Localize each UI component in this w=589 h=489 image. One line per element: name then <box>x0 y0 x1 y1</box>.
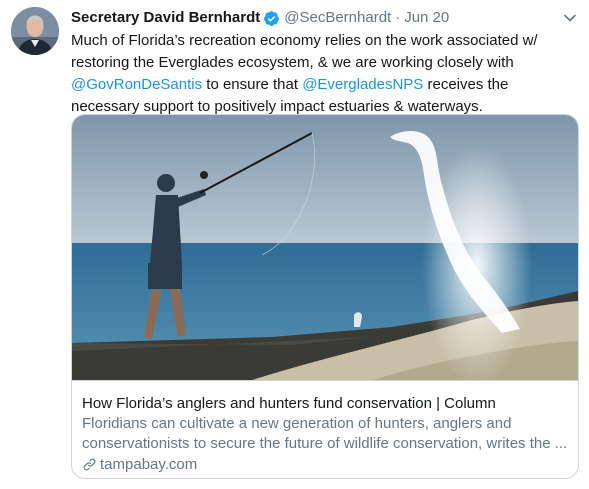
tweet-text: Much of Florida’s recreation economy rel… <box>71 30 571 118</box>
chevron-down-icon[interactable] <box>562 10 578 26</box>
verified-badge-icon <box>263 10 280 27</box>
author-name[interactable]: Secretary David Bernhardt <box>71 8 260 28</box>
mention-link[interactable]: @EvergladesNPS <box>302 76 423 93</box>
link-card[interactable]: How Florida’s anglers and hunters fund c… <box>71 114 579 479</box>
tweet-text-part: to ensure that <box>202 76 303 93</box>
tweet-text-part: Much of Florida’s recreation economy rel… <box>71 32 538 71</box>
link-icon <box>83 458 96 470</box>
tweet[interactable]: Secretary David Bernhardt @SecBernhardt … <box>0 0 589 489</box>
card-title[interactable]: How Florida’s anglers and hunters fund c… <box>82 394 570 414</box>
separator-dot: · <box>395 9 401 26</box>
avatar[interactable] <box>11 7 59 55</box>
card-image <box>72 115 578 380</box>
card-divider <box>72 380 578 381</box>
tweet-date[interactable]: Jun 20 <box>404 8 449 28</box>
card-description: Floridians can cultivate a new generatio… <box>82 415 568 452</box>
tweet-header: Secretary David Bernhardt @SecBernhardt … <box>71 8 449 28</box>
avatar-image <box>11 7 59 55</box>
author-handle[interactable]: @SecBernhardt <box>284 8 391 28</box>
card-domain[interactable]: tampabay.com <box>82 454 197 474</box>
mention-link[interactable]: @GovRonDeSantis <box>71 76 202 93</box>
card-domain-label: tampabay.com <box>100 455 198 473</box>
